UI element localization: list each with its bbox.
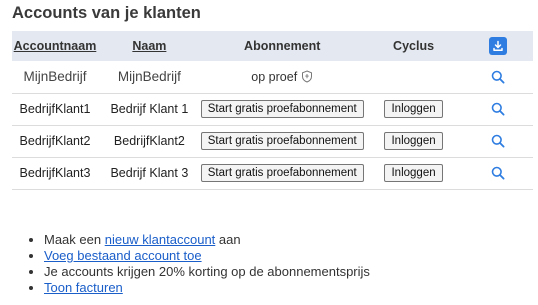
account-name-cell: BedrijfKlant2 <box>19 134 91 148</box>
add-existing-account-link[interactable]: Voeg bestaand account toe <box>44 248 202 263</box>
cycle-cell <box>364 61 464 93</box>
login-button[interactable]: Inloggen <box>384 164 443 182</box>
subscription-cell: Start gratis proefabonnement <box>200 93 364 125</box>
download-button[interactable] <box>489 37 508 55</box>
account-name-cell: MijnBedrijf <box>23 69 87 85</box>
download-icon <box>493 40 503 51</box>
list-item: Toon facturen <box>44 280 370 296</box>
discount-note: Je accounts krijgen 20% korting op de ab… <box>44 264 370 279</box>
table-row: BedrijfKlant1 Bedrijf Klant 1 Start grat… <box>12 93 533 125</box>
trial-status: op proef <box>251 70 313 84</box>
subscription-cell: Start gratis proefabonnement <box>200 157 364 189</box>
search-icon[interactable] <box>491 102 505 116</box>
new-account-suffix: aan <box>218 232 241 247</box>
info-list: Maak een nieuw klantaccount aan Voeg bes… <box>20 232 370 296</box>
list-item: Maak een nieuw klantaccount aan <box>44 232 370 248</box>
page-title: Accounts van je klanten <box>12 4 201 22</box>
actions-cell <box>463 125 533 157</box>
list-item: Voeg bestaand account toe <box>44 248 370 264</box>
login-button[interactable]: Inloggen <box>384 100 443 118</box>
actions-cell <box>463 61 533 93</box>
new-client-account-link[interactable]: nieuw klantaccount <box>105 232 216 247</box>
table-row: BedrijfKlant2 BedrijfKlant2 Start gratis… <box>12 125 533 157</box>
column-header-subscription: Abonnement <box>244 39 321 53</box>
list-item: Je accounts krijgen 20% korting op de ab… <box>44 264 370 280</box>
cycle-cell: Inloggen <box>364 157 464 189</box>
name-cell: BedrijfKlant2 <box>113 134 185 148</box>
search-icon[interactable] <box>491 134 505 148</box>
cycle-cell: Inloggen <box>364 125 464 157</box>
subscription-cell: op proef <box>201 61 364 93</box>
shield-icon <box>302 70 313 83</box>
accounts-table: Accountnaam Naam Abonnement Cyclus MijnB… <box>12 31 533 190</box>
new-account-prefix: Maak een <box>44 232 102 247</box>
actions-cell <box>463 157 533 189</box>
account-name-cell: BedrijfKlant1 <box>19 102 91 116</box>
column-header-account-name[interactable]: Accountnaam <box>12 31 98 61</box>
sort-name-link[interactable]: Naam <box>132 39 166 53</box>
start-trial-button[interactable]: Start gratis proefabonnement <box>200 164 364 182</box>
column-header-name[interactable]: Naam <box>98 31 201 61</box>
trial-status-label: op proef <box>251 69 298 84</box>
search-icon[interactable] <box>491 70 505 84</box>
login-button[interactable]: Inloggen <box>384 132 443 150</box>
table-header-row: Accountnaam Naam Abonnement Cyclus <box>12 31 533 61</box>
table-row: BedrijfKlant3 Bedrijf Klant 3 Start grat… <box>12 157 533 189</box>
search-icon[interactable] <box>491 166 505 180</box>
column-header-actions <box>463 31 533 61</box>
start-trial-button[interactable]: Start gratis proefabonnement <box>200 100 364 118</box>
account-name-cell: BedrijfKlant3 <box>19 166 91 180</box>
subscription-cell: Start gratis proefabonnement <box>200 125 364 157</box>
sort-account-name-link[interactable]: Accountnaam <box>14 39 97 53</box>
actions-cell <box>463 93 533 125</box>
cycle-cell: Inloggen <box>364 93 464 125</box>
column-header-cycle: Cyclus <box>393 39 435 53</box>
name-cell: Bedrijf Klant 1 <box>110 102 189 116</box>
table-row: MijnBedrijf MijnBedrijf op proef <box>12 61 533 93</box>
name-cell: Bedrijf Klant 3 <box>110 166 189 180</box>
show-invoices-link[interactable]: Toon facturen <box>44 280 123 295</box>
start-trial-button[interactable]: Start gratis proefabonnement <box>200 132 364 150</box>
name-cell: MijnBedrijf <box>117 69 181 85</box>
